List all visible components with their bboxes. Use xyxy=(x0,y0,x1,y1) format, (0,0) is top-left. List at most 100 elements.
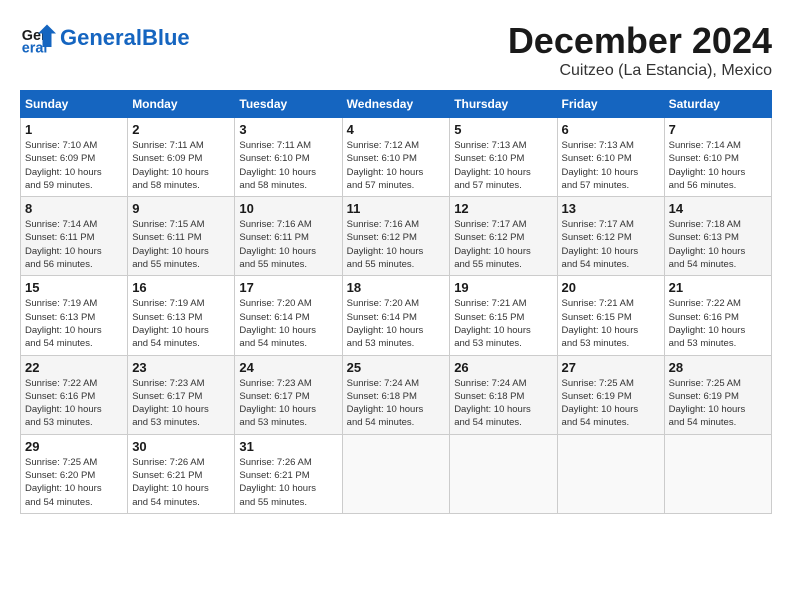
calendar-cell: 31 Sunrise: 7:26 AMSunset: 6:21 PMDayligh… xyxy=(235,434,342,513)
calendar-cell: 25Sunrise: 7:24 AMSunset: 6:18 PMDayligh… xyxy=(342,355,450,434)
day-number: 12 xyxy=(454,201,552,216)
calendar-cell: 28Sunrise: 7:25 AMSunset: 6:19 PMDayligh… xyxy=(664,355,771,434)
day-info: Sunrise: 7:19 AMSunset: 6:13 PMDaylight:… xyxy=(25,297,123,350)
calendar-cell: 23 Sunrise: 7:23 AMSunset: 6:17 PMDayligh… xyxy=(128,355,235,434)
calendar-cell: 27 Sunrise: 7:25 AMSunset: 6:19 PMDayligh… xyxy=(557,355,664,434)
day-number: 17 xyxy=(239,280,337,295)
day-info: Sunrise: 7:13 AMSunset: 6:10 PMDaylight:… xyxy=(454,139,552,192)
calendar-cell: 5Sunrise: 7:13 AMSunset: 6:10 PMDaylight… xyxy=(450,118,557,197)
calendar-cell: 29Sunrise: 7:25 AMSunset: 6:20 PMDayligh… xyxy=(21,434,128,513)
calendar-cell xyxy=(664,434,771,513)
day-number: 19 xyxy=(454,280,552,295)
title-area: December 2024 Cuitzeo (La Estancia), Mex… xyxy=(508,20,772,80)
calendar-cell: 13 Sunrise: 7:17 AMSunset: 6:12 PMDayligh… xyxy=(557,197,664,276)
logo-icon: Gen eral xyxy=(20,20,56,56)
logo-text: GeneralBlue xyxy=(60,27,190,49)
day-info: Sunrise: 7:10 AMSunset: 6:09 PMDaylight:… xyxy=(25,139,123,192)
calendar-cell: 18 Sunrise: 7:20 AMSunset: 6:14 PMDayligh… xyxy=(342,276,450,355)
day-info: Sunrise: 7:25 AMSunset: 6:20 PMDaylight:… xyxy=(25,456,123,509)
header: Gen eral GeneralBlue December 2024 Cuitz… xyxy=(20,20,772,80)
logo-blue: Blue xyxy=(142,25,190,50)
day-info: Sunrise: 7:20 AMSunset: 6:14 PMDaylight:… xyxy=(347,297,446,350)
day-number: 7 xyxy=(669,122,767,137)
day-number: 10 xyxy=(239,201,337,216)
day-number: 27 xyxy=(562,360,660,375)
day-number: 22 xyxy=(25,360,123,375)
calendar-cell: 10 Sunrise: 7:16 AMSunset: 6:11 PMDayligh… xyxy=(235,197,342,276)
day-info: Sunrise: 7:22 AMSunset: 6:16 PMDaylight:… xyxy=(669,297,767,350)
day-number: 4 xyxy=(347,122,446,137)
day-info: Sunrise: 7:14 AMSunset: 6:11 PMDaylight:… xyxy=(25,218,123,271)
day-number: 18 xyxy=(347,280,446,295)
calendar-cell: 24 Sunrise: 7:23 AMSunset: 6:17 PMDayligh… xyxy=(235,355,342,434)
day-info: Sunrise: 7:19 AMSunset: 6:13 PMDaylight:… xyxy=(132,297,230,350)
weekday-header-saturday: Saturday xyxy=(664,91,771,118)
day-number: 25 xyxy=(347,360,446,375)
day-info: Sunrise: 7:11 AMSunset: 6:10 PMDaylight:… xyxy=(239,139,337,192)
day-info: Sunrise: 7:18 AMSunset: 6:13 PMDaylight:… xyxy=(669,218,767,271)
day-number: 13 xyxy=(562,201,660,216)
day-number: 23 xyxy=(132,360,230,375)
calendar-cell: 15 Sunrise: 7:19 AMSunset: 6:13 PMDayligh… xyxy=(21,276,128,355)
weekday-header-row: SundayMondayTuesdayWednesdayThursdayFrid… xyxy=(21,91,772,118)
day-info: Sunrise: 7:13 AMSunset: 6:10 PMDaylight:… xyxy=(562,139,660,192)
week-row-1: 1Sunrise: 7:10 AMSunset: 6:09 PMDaylight… xyxy=(21,118,772,197)
day-number: 11 xyxy=(347,201,446,216)
day-number: 24 xyxy=(239,360,337,375)
calendar-cell: 20Sunrise: 7:21 AMSunset: 6:15 PMDayligh… xyxy=(557,276,664,355)
day-info: Sunrise: 7:12 AMSunset: 6:10 PMDaylight:… xyxy=(347,139,446,192)
day-info: Sunrise: 7:17 AMSunset: 6:12 PMDaylight:… xyxy=(562,218,660,271)
day-number: 20 xyxy=(562,280,660,295)
day-info: Sunrise: 7:14 AMSunset: 6:10 PMDaylight:… xyxy=(669,139,767,192)
calendar-cell: 6Sunrise: 7:13 AMSunset: 6:10 PMDaylight… xyxy=(557,118,664,197)
day-number: 9 xyxy=(132,201,230,216)
week-row-4: 22Sunrise: 7:22 AMSunset: 6:16 PMDayligh… xyxy=(21,355,772,434)
day-info: Sunrise: 7:26 AMSunset: 6:21 PMDaylight:… xyxy=(239,456,337,509)
location-subtitle: Cuitzeo (La Estancia), Mexico xyxy=(508,62,772,80)
weekday-header-thursday: Thursday xyxy=(450,91,557,118)
calendar-cell xyxy=(342,434,450,513)
calendar-cell: 26 Sunrise: 7:24 AMSunset: 6:18 PMDayligh… xyxy=(450,355,557,434)
week-row-2: 8 Sunrise: 7:14 AMSunset: 6:11 PMDaylight… xyxy=(21,197,772,276)
day-number: 30 xyxy=(132,439,230,454)
day-info: Sunrise: 7:24 AMSunset: 6:18 PMDaylight:… xyxy=(454,377,552,430)
day-info: Sunrise: 7:25 AMSunset: 6:19 PMDaylight:… xyxy=(562,377,660,430)
day-info: Sunrise: 7:16 AMSunset: 6:12 PMDaylight:… xyxy=(347,218,446,271)
calendar-cell: 17 Sunrise: 7:20 AMSunset: 6:14 PMDayligh… xyxy=(235,276,342,355)
day-number: 8 xyxy=(25,201,123,216)
calendar-cell: 30 Sunrise: 7:26 AMSunset: 6:21 PMDayligh… xyxy=(128,434,235,513)
calendar-cell: 12 Sunrise: 7:17 AMSunset: 6:12 PMDayligh… xyxy=(450,197,557,276)
calendar-cell: 2Sunrise: 7:11 AMSunset: 6:09 PMDaylight… xyxy=(128,118,235,197)
day-number: 3 xyxy=(239,122,337,137)
day-info: Sunrise: 7:17 AMSunset: 6:12 PMDaylight:… xyxy=(454,218,552,271)
day-info: Sunrise: 7:11 AMSunset: 6:09 PMDaylight:… xyxy=(132,139,230,192)
day-info: Sunrise: 7:16 AMSunset: 6:11 PMDaylight:… xyxy=(239,218,337,271)
day-number: 16 xyxy=(132,280,230,295)
calendar-cell: 16 Sunrise: 7:19 AMSunset: 6:13 PMDayligh… xyxy=(128,276,235,355)
day-number: 26 xyxy=(454,360,552,375)
week-row-3: 15 Sunrise: 7:19 AMSunset: 6:13 PMDayligh… xyxy=(21,276,772,355)
calendar: SundayMondayTuesdayWednesdayThursdayFrid… xyxy=(20,90,772,514)
day-number: 15 xyxy=(25,280,123,295)
day-info: Sunrise: 7:23 AMSunset: 6:17 PMDaylight:… xyxy=(239,377,337,430)
day-number: 14 xyxy=(669,201,767,216)
logo-general: General xyxy=(60,25,142,50)
calendar-cell: 8 Sunrise: 7:14 AMSunset: 6:11 PMDaylight… xyxy=(21,197,128,276)
day-info: Sunrise: 7:20 AMSunset: 6:14 PMDaylight:… xyxy=(239,297,337,350)
day-info: Sunrise: 7:25 AMSunset: 6:19 PMDaylight:… xyxy=(669,377,767,430)
day-info: Sunrise: 7:26 AMSunset: 6:21 PMDaylight:… xyxy=(132,456,230,509)
weekday-header-friday: Friday xyxy=(557,91,664,118)
logo: Gen eral GeneralBlue xyxy=(20,20,190,56)
calendar-cell: 22Sunrise: 7:22 AMSunset: 6:16 PMDayligh… xyxy=(21,355,128,434)
day-number: 21 xyxy=(669,280,767,295)
week-row-5: 29Sunrise: 7:25 AMSunset: 6:20 PMDayligh… xyxy=(21,434,772,513)
weekday-header-sunday: Sunday xyxy=(21,91,128,118)
calendar-cell xyxy=(450,434,557,513)
day-number: 31 xyxy=(239,439,337,454)
calendar-cell: 7 Sunrise: 7:14 AMSunset: 6:10 PMDaylight… xyxy=(664,118,771,197)
weekday-header-tuesday: Tuesday xyxy=(235,91,342,118)
weekday-header-wednesday: Wednesday xyxy=(342,91,450,118)
day-info: Sunrise: 7:23 AMSunset: 6:17 PMDaylight:… xyxy=(132,377,230,430)
calendar-cell: 9Sunrise: 7:15 AMSunset: 6:11 PMDaylight… xyxy=(128,197,235,276)
calendar-cell: 11 Sunrise: 7:16 AMSunset: 6:12 PMDayligh… xyxy=(342,197,450,276)
